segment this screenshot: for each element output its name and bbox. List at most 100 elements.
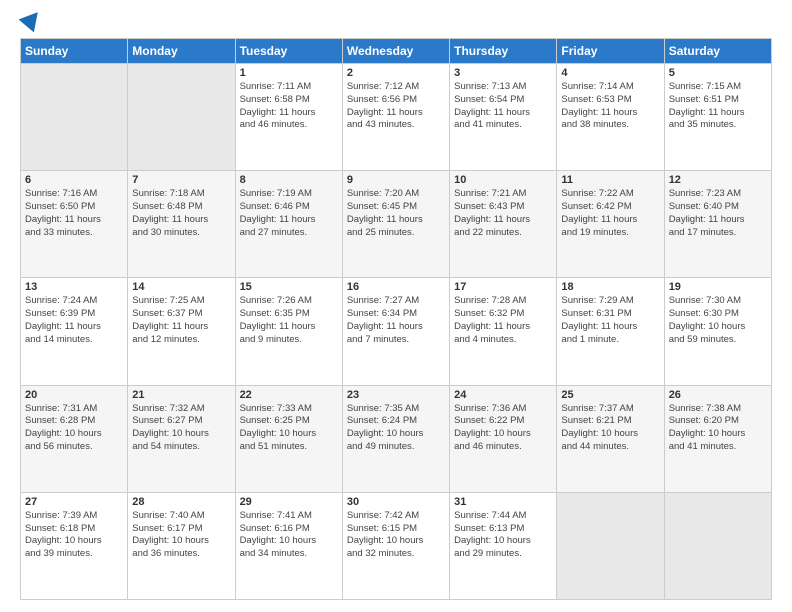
- calendar-day-header: Tuesday: [235, 39, 342, 64]
- calendar-cell: 2Sunrise: 7:12 AM Sunset: 6:56 PM Daylig…: [342, 64, 449, 171]
- calendar-cell: 10 Sunrise: 7:21 AM Sunset: 6:43 PM Dayli…: [450, 171, 557, 278]
- day-info: Sunrise: 7:22 AM Sunset: 6:42 PM Dayligh…: [561, 188, 659, 239]
- day-info: Sunrise: 7:11 AM Sunset: 6:58 PM Dayligh…: [240, 81, 338, 132]
- day-number: 12: [669, 174, 767, 186]
- calendar-table: SundayMondayTuesdayWednesdayThursdayFrid…: [20, 38, 772, 600]
- calendar-cell: 28 Sunrise: 7:40 AM Sunset: 6:17 PM Dayli…: [128, 492, 235, 599]
- calendar-week-row: 27 Sunrise: 7:39 AM Sunset: 6:18 PM Dayli…: [21, 492, 772, 599]
- day-number: 31: [454, 496, 552, 508]
- day-number: 25: [561, 389, 659, 401]
- day-number: 28: [132, 496, 230, 508]
- day-number: 16: [347, 281, 445, 293]
- calendar-cell: 6Sunrise: 7:16 AM Sunset: 6:50 PM Daylig…: [21, 171, 128, 278]
- calendar-cell: 18 Sunrise: 7:29 AM Sunset: 6:31 PM Dayli…: [557, 278, 664, 385]
- day-info: Sunrise: 7:40 AM Sunset: 6:17 PM Dayligh…: [132, 510, 230, 561]
- calendar-cell: 26Sunrise: 7:38 AM Sunset: 6:20 PM Dayli…: [664, 385, 771, 492]
- calendar-cell: 25 Sunrise: 7:37 AM Sunset: 6:21 PM Dayli…: [557, 385, 664, 492]
- day-info: Sunrise: 7:27 AM Sunset: 6:34 PM Dayligh…: [347, 295, 445, 346]
- day-info: Sunrise: 7:16 AM Sunset: 6:50 PM Dayligh…: [25, 188, 123, 239]
- day-number: 30: [347, 496, 445, 508]
- calendar-cell: [128, 64, 235, 171]
- calendar-cell: [21, 64, 128, 171]
- day-info: Sunrise: 7:21 AM Sunset: 6:43 PM Dayligh…: [454, 188, 552, 239]
- day-number: 22: [240, 389, 338, 401]
- day-number: 10: [454, 174, 552, 186]
- day-info: Sunrise: 7:44 AM Sunset: 6:13 PM Dayligh…: [454, 510, 552, 561]
- calendar-cell: 5Sunrise: 7:15 AM Sunset: 6:51 PM Daylig…: [664, 64, 771, 171]
- day-info: Sunrise: 7:13 AM Sunset: 6:54 PM Dayligh…: [454, 81, 552, 132]
- day-info: Sunrise: 7:28 AM Sunset: 6:32 PM Dayligh…: [454, 295, 552, 346]
- day-number: 27: [25, 496, 123, 508]
- day-number: 13: [25, 281, 123, 293]
- day-info: Sunrise: 7:37 AM Sunset: 6:21 PM Dayligh…: [561, 403, 659, 454]
- day-number: 14: [132, 281, 230, 293]
- calendar-cell: 11 Sunrise: 7:22 AM Sunset: 6:42 PM Dayli…: [557, 171, 664, 278]
- calendar-week-row: 1 Sunrise: 7:11 AM Sunset: 6:58 PM Daylig…: [21, 64, 772, 171]
- day-number: 21: [132, 389, 230, 401]
- day-number: 3: [454, 67, 552, 79]
- calendar-cell: 15 Sunrise: 7:26 AM Sunset: 6:35 PM Dayli…: [235, 278, 342, 385]
- day-number: 17: [454, 281, 552, 293]
- calendar-cell: 4 Sunrise: 7:14 AM Sunset: 6:53 PM Daylig…: [557, 64, 664, 171]
- calendar-cell: 20 Sunrise: 7:31 AM Sunset: 6:28 PM Dayli…: [21, 385, 128, 492]
- calendar-day-header: Saturday: [664, 39, 771, 64]
- day-info: Sunrise: 7:25 AM Sunset: 6:37 PM Dayligh…: [132, 295, 230, 346]
- day-info: Sunrise: 7:42 AM Sunset: 6:15 PM Dayligh…: [347, 510, 445, 561]
- day-info: Sunrise: 7:41 AM Sunset: 6:16 PM Dayligh…: [240, 510, 338, 561]
- day-number: 11: [561, 174, 659, 186]
- calendar-cell: 1 Sunrise: 7:11 AM Sunset: 6:58 PM Daylig…: [235, 64, 342, 171]
- calendar-week-row: 13 Sunrise: 7:24 AM Sunset: 6:39 PM Dayli…: [21, 278, 772, 385]
- calendar-day-header: Friday: [557, 39, 664, 64]
- day-number: 18: [561, 281, 659, 293]
- day-info: Sunrise: 7:19 AM Sunset: 6:46 PM Dayligh…: [240, 188, 338, 239]
- calendar-cell: 9Sunrise: 7:20 AM Sunset: 6:45 PM Daylig…: [342, 171, 449, 278]
- calendar-day-header: Monday: [128, 39, 235, 64]
- day-info: Sunrise: 7:32 AM Sunset: 6:27 PM Dayligh…: [132, 403, 230, 454]
- day-number: 8: [240, 174, 338, 186]
- calendar-cell: 29 Sunrise: 7:41 AM Sunset: 6:16 PM Dayli…: [235, 492, 342, 599]
- calendar-cell: [557, 492, 664, 599]
- day-number: 20: [25, 389, 123, 401]
- calendar-cell: 16 Sunrise: 7:27 AM Sunset: 6:34 PM Dayli…: [342, 278, 449, 385]
- day-number: 4: [561, 67, 659, 79]
- calendar-cell: 19 Sunrise: 7:30 AM Sunset: 6:30 PM Dayli…: [664, 278, 771, 385]
- calendar-cell: 12 Sunrise: 7:23 AM Sunset: 6:40 PM Dayli…: [664, 171, 771, 278]
- day-number: 19: [669, 281, 767, 293]
- day-info: Sunrise: 7:35 AM Sunset: 6:24 PM Dayligh…: [347, 403, 445, 454]
- day-number: 29: [240, 496, 338, 508]
- day-number: 1: [240, 67, 338, 79]
- day-info: Sunrise: 7:24 AM Sunset: 6:39 PM Dayligh…: [25, 295, 123, 346]
- day-number: 23: [347, 389, 445, 401]
- calendar-cell: 3 Sunrise: 7:13 AM Sunset: 6:54 PM Daylig…: [450, 64, 557, 171]
- calendar-cell: 17 Sunrise: 7:28 AM Sunset: 6:32 PM Dayli…: [450, 278, 557, 385]
- day-info: Sunrise: 7:39 AM Sunset: 6:18 PM Dayligh…: [25, 510, 123, 561]
- day-info: Sunrise: 7:15 AM Sunset: 6:51 PM Dayligh…: [669, 81, 767, 132]
- calendar-day-header: Sunday: [21, 39, 128, 64]
- calendar-day-header: Thursday: [450, 39, 557, 64]
- day-info: Sunrise: 7:12 AM Sunset: 6:56 PM Dayligh…: [347, 81, 445, 132]
- day-number: 7: [132, 174, 230, 186]
- logo-triangle-icon: [19, 6, 46, 33]
- day-info: Sunrise: 7:23 AM Sunset: 6:40 PM Dayligh…: [669, 188, 767, 239]
- calendar-cell: 30 Sunrise: 7:42 AM Sunset: 6:15 PM Dayli…: [342, 492, 449, 599]
- day-info: Sunrise: 7:30 AM Sunset: 6:30 PM Dayligh…: [669, 295, 767, 346]
- calendar-cell: 8 Sunrise: 7:19 AM Sunset: 6:46 PM Daylig…: [235, 171, 342, 278]
- day-info: Sunrise: 7:14 AM Sunset: 6:53 PM Dayligh…: [561, 81, 659, 132]
- day-number: 9: [347, 174, 445, 186]
- page: SundayMondayTuesdayWednesdayThursdayFrid…: [0, 0, 792, 612]
- day-info: Sunrise: 7:18 AM Sunset: 6:48 PM Dayligh…: [132, 188, 230, 239]
- day-info: Sunrise: 7:29 AM Sunset: 6:31 PM Dayligh…: [561, 295, 659, 346]
- calendar-day-header: Wednesday: [342, 39, 449, 64]
- calendar-week-row: 6Sunrise: 7:16 AM Sunset: 6:50 PM Daylig…: [21, 171, 772, 278]
- day-info: Sunrise: 7:31 AM Sunset: 6:28 PM Dayligh…: [25, 403, 123, 454]
- calendar-week-row: 20 Sunrise: 7:31 AM Sunset: 6:28 PM Dayli…: [21, 385, 772, 492]
- calendar-cell: 31 Sunrise: 7:44 AM Sunset: 6:13 PM Dayli…: [450, 492, 557, 599]
- calendar-cell: 21 Sunrise: 7:32 AM Sunset: 6:27 PM Dayli…: [128, 385, 235, 492]
- day-info: Sunrise: 7:38 AM Sunset: 6:20 PM Dayligh…: [669, 403, 767, 454]
- day-number: 24: [454, 389, 552, 401]
- day-info: Sunrise: 7:26 AM Sunset: 6:35 PM Dayligh…: [240, 295, 338, 346]
- calendar-cell: [664, 492, 771, 599]
- day-number: 15: [240, 281, 338, 293]
- calendar-cell: 24Sunrise: 7:36 AM Sunset: 6:22 PM Dayli…: [450, 385, 557, 492]
- calendar-cell: 7 Sunrise: 7:18 AM Sunset: 6:48 PM Daylig…: [128, 171, 235, 278]
